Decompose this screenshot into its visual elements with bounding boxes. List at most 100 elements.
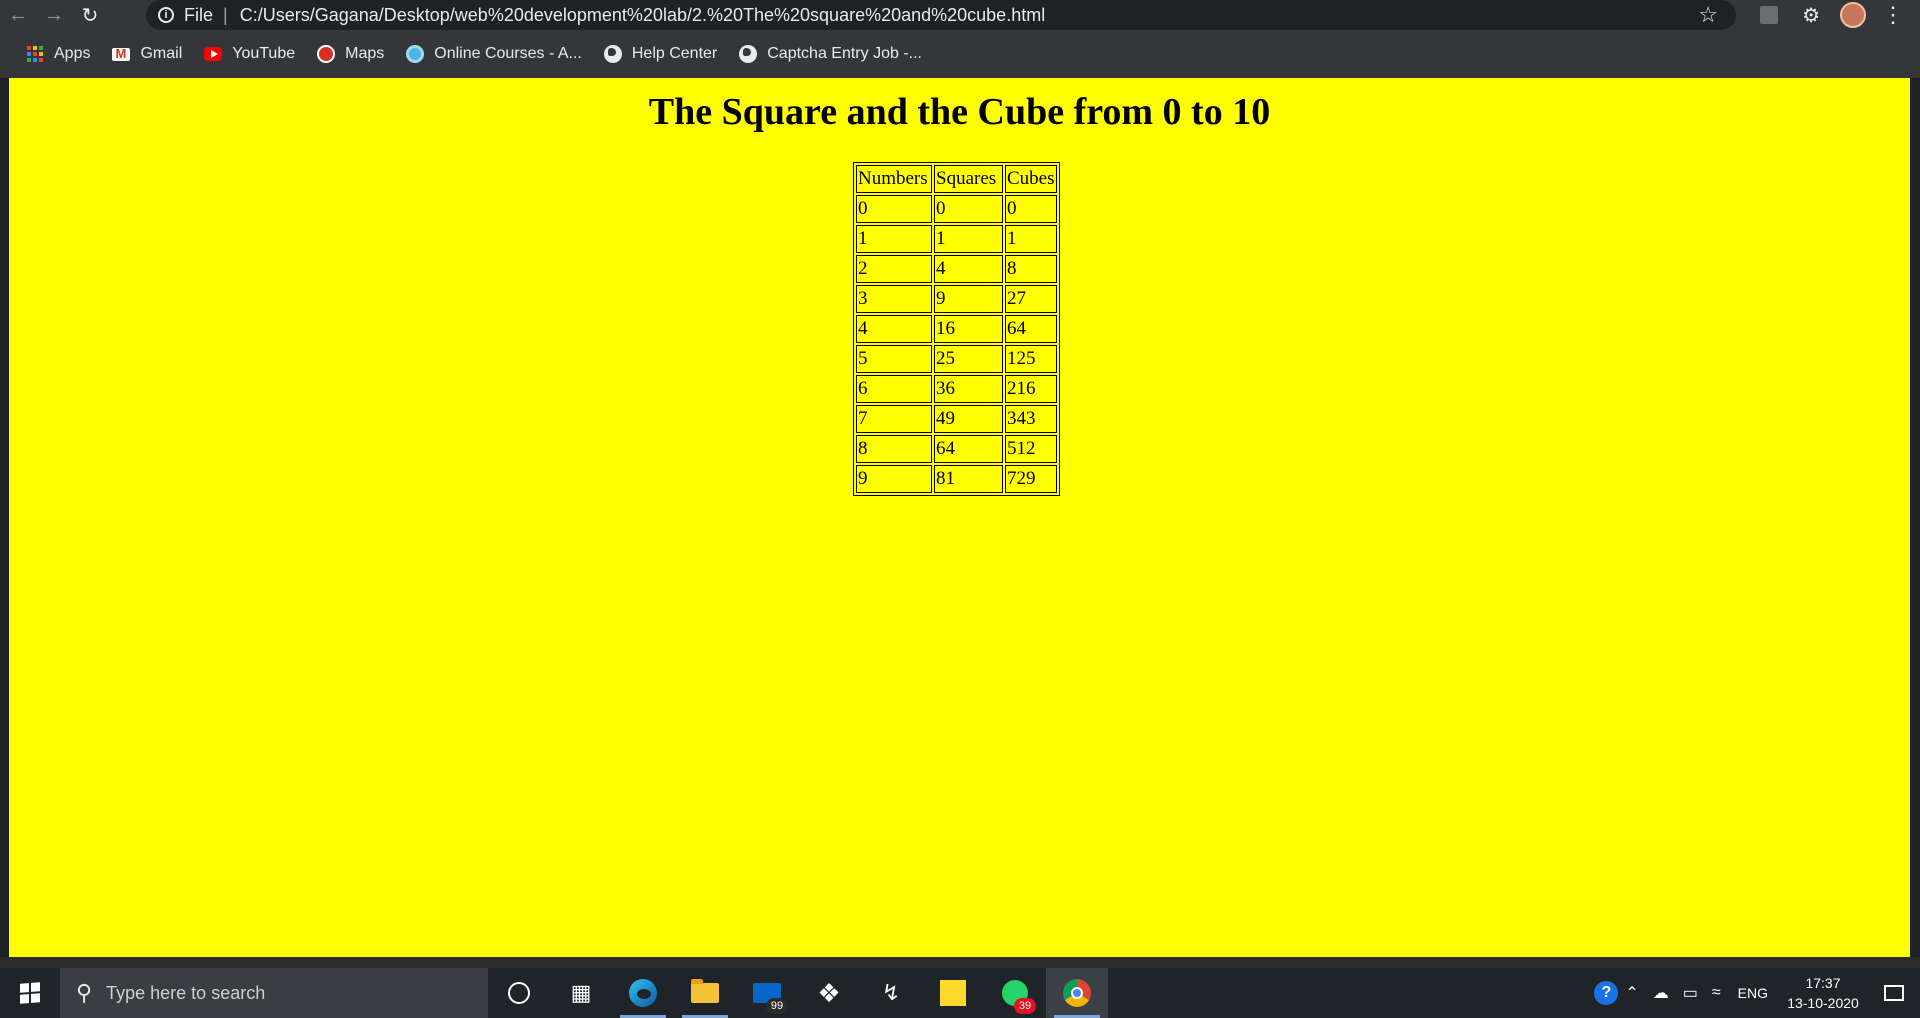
taskbar-dropbox[interactable]: ❖ bbox=[798, 968, 860, 1018]
table-row: 1 1 1 bbox=[856, 225, 1057, 253]
taskbar-sticky-notes[interactable] bbox=[922, 968, 984, 1018]
extensions-puzzle-icon[interactable]: ⚙ bbox=[1802, 3, 1820, 28]
bookmark-captcha-entry-job[interactable]: Captcha Entry Job -... bbox=[739, 45, 922, 63]
square-cell: 4 bbox=[934, 255, 1003, 283]
cube-cell: 0 bbox=[1005, 195, 1057, 223]
arrow-left-icon: ← bbox=[8, 3, 28, 26]
profile-avatar[interactable] bbox=[1840, 2, 1866, 28]
cube-cell: 216 bbox=[1005, 375, 1057, 403]
cortana-button[interactable] bbox=[488, 968, 550, 1018]
chevron-up-icon[interactable]: ⌃ bbox=[1625, 983, 1638, 1003]
page-title: The Square and the Cube from 0 to 10 bbox=[648, 91, 1271, 133]
youtube-icon bbox=[204, 45, 223, 63]
cortana-icon bbox=[508, 982, 530, 1004]
number-cell: 9 bbox=[856, 465, 932, 493]
apps-grid-icon bbox=[26, 45, 44, 63]
taskbar-mail[interactable]: 99 bbox=[736, 968, 798, 1018]
number-cell: 0 bbox=[856, 195, 932, 223]
folder-icon bbox=[691, 979, 719, 1003]
reload-icon: ↻ bbox=[81, 4, 99, 27]
bookmark-label: Maps bbox=[345, 45, 385, 62]
bookmark-label: Apps bbox=[54, 45, 91, 62]
cube-cell: 64 bbox=[1005, 315, 1057, 343]
chrome-icon bbox=[1063, 979, 1091, 1007]
number-cell: 4 bbox=[856, 315, 932, 343]
cube-cell: 27 bbox=[1005, 285, 1057, 313]
reload-button[interactable]: ↻ bbox=[72, 0, 108, 30]
clock[interactable]: 17:37 13-10-2020 bbox=[1784, 973, 1862, 1013]
number-cell: 1 bbox=[856, 225, 932, 253]
cube-cell: 729 bbox=[1005, 465, 1057, 493]
bookmark-star-icon[interactable]: ☆ bbox=[1698, 2, 1718, 28]
bookmarks-bar: Apps Gmail YouTube Maps Online Courses -… bbox=[0, 30, 1920, 78]
back-button[interactable]: ← bbox=[0, 0, 36, 30]
forward-button[interactable]: → bbox=[36, 0, 72, 30]
table-row: 6 36 216 bbox=[856, 375, 1057, 403]
wifi-icon[interactable]: ≈ bbox=[1712, 984, 1721, 1002]
cube-cell: 343 bbox=[1005, 405, 1057, 433]
browser-actions: ⚙ ⋮ bbox=[1746, 0, 1920, 30]
taskbar-search[interactable]: ⚲ Type here to search bbox=[60, 968, 488, 1018]
bookmark-help-center[interactable]: Help Center bbox=[603, 45, 718, 63]
cloud-icon[interactable]: ☁ bbox=[1653, 983, 1669, 1003]
windows-logo-icon bbox=[20, 982, 40, 1004]
bookmark-gmail[interactable]: Gmail bbox=[112, 45, 182, 63]
square-cell: 49 bbox=[934, 405, 1003, 433]
header-cubes: Cubes bbox=[1005, 165, 1057, 193]
taskbar-edge[interactable] bbox=[612, 968, 674, 1018]
square-cell: 25 bbox=[934, 345, 1003, 373]
table-row: 4 16 64 bbox=[856, 315, 1057, 343]
square-cell: 1 bbox=[934, 225, 1003, 253]
table-row: 9 81 729 bbox=[856, 465, 1057, 493]
online-courses-icon bbox=[406, 45, 425, 63]
url-separator: | bbox=[223, 4, 228, 25]
window-edge bbox=[1910, 78, 1920, 957]
globe-icon bbox=[603, 45, 622, 63]
start-button[interactable] bbox=[0, 968, 60, 1018]
cube-cell: 512 bbox=[1005, 435, 1057, 463]
lightning-icon: ↯ bbox=[881, 980, 901, 1005]
taskbar-whatsapp[interactable]: 39 bbox=[984, 968, 1046, 1018]
number-cell: 7 bbox=[856, 405, 932, 433]
bookmark-youtube[interactable]: YouTube bbox=[204, 45, 295, 63]
square-cell: 81 bbox=[934, 465, 1003, 493]
extension-icon[interactable] bbox=[1760, 6, 1779, 24]
taskbar-file-explorer[interactable] bbox=[674, 968, 736, 1018]
bookmark-maps[interactable]: Maps bbox=[317, 45, 384, 63]
whatsapp-badge: 39 bbox=[1014, 998, 1036, 1014]
table-row: 7 49 343 bbox=[856, 405, 1057, 433]
taskbar-app-s[interactable]: ↯ bbox=[860, 968, 922, 1018]
square-cell: 16 bbox=[934, 315, 1003, 343]
browser-toolbar: ← → ↻ i File | C:/Users/Gagana/Desktop/w… bbox=[0, 0, 1920, 30]
table-container: Numbers Squares Cubes 0 0 0 1 1 1 2 4 8 … bbox=[9, 162, 1910, 496]
number-cell: 3 bbox=[856, 285, 932, 313]
info-icon[interactable]: i bbox=[158, 7, 174, 23]
address-bar[interactable]: i File | C:/Users/Gagana/Desktop/web%20d… bbox=[146, 0, 1736, 30]
bookmark-label: Help Center bbox=[631, 45, 718, 62]
header-squares: Squares bbox=[934, 165, 1003, 193]
task-view-button[interactable]: ▦ bbox=[550, 968, 612, 1018]
cube-cell: 1 bbox=[1005, 225, 1057, 253]
taskbar-chrome[interactable] bbox=[1046, 968, 1108, 1018]
battery-icon[interactable]: ▭ bbox=[1683, 983, 1698, 1003]
url-text[interactable]: C:/Users/Gagana/Desktop/web%20developmen… bbox=[240, 5, 1046, 26]
menu-kebab-icon[interactable]: ⋮ bbox=[1882, 2, 1904, 28]
square-cube-table: Numbers Squares Cubes 0 0 0 1 1 1 2 4 8 … bbox=[853, 162, 1060, 496]
bookmark-label: YouTube bbox=[232, 45, 296, 62]
bookmark-label: Online Courses - A... bbox=[434, 45, 582, 62]
number-cell: 5 bbox=[856, 345, 932, 373]
search-icon: ⚲ bbox=[76, 980, 93, 1005]
window-bottom-edge bbox=[0, 957, 1920, 968]
cube-cell: 8 bbox=[1005, 255, 1057, 283]
search-placeholder: Type here to search bbox=[106, 982, 266, 1003]
bookmark-apps[interactable]: Apps bbox=[26, 45, 90, 63]
dropbox-icon: ❖ bbox=[817, 977, 841, 1008]
header-numbers: Numbers bbox=[856, 165, 932, 193]
bookmark-online-courses[interactable]: Online Courses - A... bbox=[406, 45, 582, 63]
clock-time: 17:37 bbox=[1805, 975, 1841, 991]
help-icon[interactable]: ? bbox=[1594, 981, 1619, 1005]
notification-icon[interactable] bbox=[1884, 985, 1904, 1001]
table-row: 8 64 512 bbox=[856, 435, 1057, 463]
globe-icon bbox=[739, 45, 758, 63]
language-indicator[interactable]: ENG bbox=[1738, 985, 1768, 1001]
